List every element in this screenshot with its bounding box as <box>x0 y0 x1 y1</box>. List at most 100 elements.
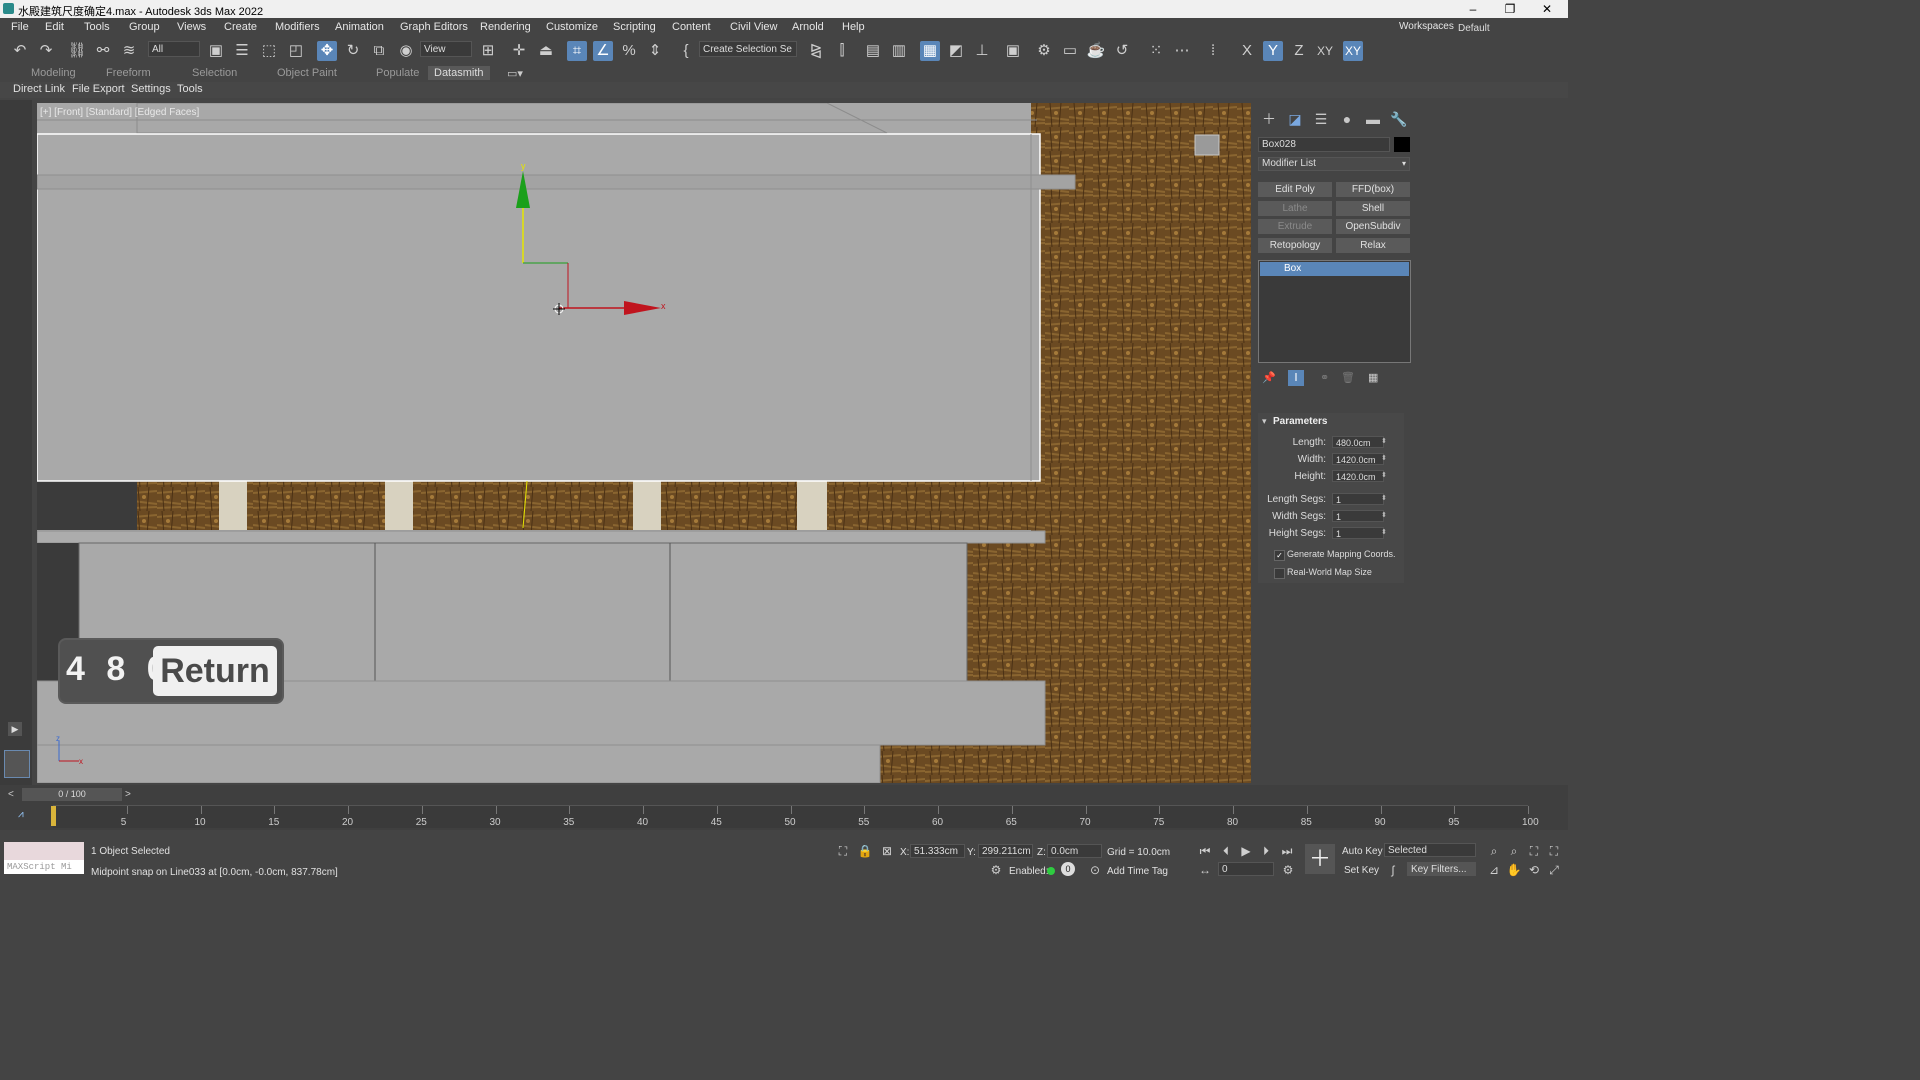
snap-settings-icon[interactable]: ⦙ <box>1203 41 1223 61</box>
modifier-list-select[interactable]: Modifier List ▾ <box>1258 157 1410 171</box>
key-filters-button[interactable]: Key Filters... <box>1407 862 1476 876</box>
previous-frame-icon[interactable]: ⏴ <box>1218 843 1234 859</box>
x-coordinate-field[interactable]: 51.333cm <box>910 844 965 858</box>
scene-explorer-icon[interactable]: ▤ <box>863 41 883 61</box>
tools-button[interactable]: Tools <box>177 83 203 95</box>
percent-snap-icon[interactable]: % <box>619 41 639 61</box>
select-object-icon[interactable]: ▣ <box>206 41 226 61</box>
viewport-layout-icon[interactable] <box>4 750 30 778</box>
orbit-icon[interactable]: ⟲ <box>1526 862 1542 878</box>
pan-view-icon[interactable]: ✋ <box>1506 862 1522 878</box>
zoom-extents-all-icon[interactable]: ⛶ <box>1546 843 1562 859</box>
selection-filter-select[interactable]: All <box>148 41 200 57</box>
menu-rendering[interactable]: Rendering <box>480 21 531 33</box>
ribbon-options-icon[interactable]: ▭▾ <box>507 67 523 80</box>
select-manipulate-icon[interactable]: ✛ <box>509 41 529 61</box>
spinner-icon[interactable]: ⬍ <box>1381 494 1387 502</box>
time-slider[interactable]: 0 / 100 <box>22 788 122 801</box>
go-to-start-icon[interactable]: ⏮ <box>1197 843 1213 859</box>
workspaces-select[interactable]: Default <box>1454 20 1564 36</box>
enabled-toggle[interactable]: 0 <box>1061 862 1075 876</box>
menu-civil-view[interactable]: Civil View <box>730 21 777 33</box>
viewport-label[interactable]: [+] [Front] [Standard] [Edged Faces] <box>40 107 199 118</box>
undo-icon[interactable]: ↶ <box>10 41 30 61</box>
add-time-tag-label[interactable]: Add Time Tag <box>1107 866 1168 877</box>
go-to-end-icon[interactable]: ⏭ <box>1279 843 1295 859</box>
z-coordinate-field[interactable]: 0.0cm <box>1047 844 1102 858</box>
selection-lock-icon[interactable]: 🔒 <box>857 843 873 859</box>
height-segs-field[interactable]: 1 <box>1332 527 1384 539</box>
isolate-selection-icon[interactable]: ⛶ <box>835 843 851 859</box>
array-icon[interactable]: ⋯ <box>1172 41 1192 61</box>
spinner-icon[interactable]: ⬍ <box>1381 454 1387 462</box>
tab-modeling[interactable]: Modeling <box>31 67 76 79</box>
grid-icon[interactable]: ⁙ <box>1146 41 1166 61</box>
motion-tab-icon[interactable]: ● <box>1338 110 1356 128</box>
y-coordinate-field[interactable]: 299.211cm <box>978 844 1033 858</box>
lathe-button[interactable]: Lathe <box>1258 201 1332 216</box>
menu-group[interactable]: Group <box>129 21 160 33</box>
time-tag-icon[interactable]: ⚙ <box>988 862 1004 878</box>
window-crossing-icon[interactable]: ◰ <box>286 41 306 61</box>
material-editor-icon[interactable]: ▣ <box>1003 41 1023 61</box>
menu-customize[interactable]: Customize <box>546 21 598 33</box>
pivot-center-icon[interactable]: ⊞ <box>478 41 498 61</box>
real-world-map-checkbox[interactable] <box>1274 568 1285 579</box>
configure-modifier-sets-icon[interactable]: ▦ <box>1368 371 1378 384</box>
settings-button[interactable]: Settings <box>131 83 171 95</box>
rollout-collapse-icon[interactable]: ▾ <box>1262 416 1267 427</box>
time-slider-next[interactable]: > <box>125 789 131 800</box>
width-segs-field[interactable]: 1 <box>1332 510 1384 522</box>
spinner-icon[interactable]: ⬍ <box>1381 471 1387 479</box>
create-tab-icon[interactable]: ＋ <box>1260 110 1278 128</box>
schematic-view-icon[interactable]: ⊥ <box>972 41 992 61</box>
menu-graph-editors[interactable]: Graph Editors <box>400 21 468 33</box>
axis-y-button[interactable]: Y <box>1263 41 1283 61</box>
width-field[interactable]: 1420.0cm <box>1332 453 1384 465</box>
pin-stack-icon[interactable]: 📌 <box>1262 371 1276 384</box>
redo-icon[interactable]: ↷ <box>36 41 56 61</box>
field-of-view-icon[interactable]: ⊿ <box>1486 862 1502 878</box>
spinner-icon[interactable]: ⬍ <box>1381 528 1387 536</box>
menu-content[interactable]: Content <box>672 21 711 33</box>
minimize-button[interactable]: – <box>1458 1 1488 17</box>
rendered-frame-icon[interactable]: ▭ <box>1060 41 1080 61</box>
snaps-toggle-icon[interactable]: ⌗ <box>567 41 587 61</box>
menu-views[interactable]: Views <box>177 21 206 33</box>
key-selection-select[interactable]: Selected <box>1384 843 1476 857</box>
angle-snap-icon[interactable]: ∠ <box>593 41 613 61</box>
hierarchy-tab-icon[interactable]: ☰ <box>1312 110 1330 128</box>
curve-editor-icon[interactable]: ◩ <box>946 41 966 61</box>
maximize-viewport-icon[interactable]: ⤢ <box>1546 862 1562 878</box>
auto-key-button[interactable]: Auto Key <box>1342 846 1383 857</box>
tab-selection[interactable]: Selection <box>192 67 237 79</box>
tab-object-paint[interactable]: Object Paint <box>277 67 337 79</box>
extrude-button[interactable]: Extrude <box>1258 219 1332 234</box>
align-icon[interactable]: ⫿ <box>832 41 852 61</box>
relax-button[interactable]: Relax <box>1336 238 1410 253</box>
retopology-button[interactable]: Retopology <box>1258 238 1332 253</box>
rect-selection-icon[interactable]: ⬚ <box>259 41 279 61</box>
menu-file[interactable]: File <box>11 21 29 33</box>
object-name-field[interactable]: Box028 <box>1258 137 1390 152</box>
object-color-swatch[interactable] <box>1394 137 1410 152</box>
add-time-tag-icon[interactable]: ⊙ <box>1087 862 1103 878</box>
menu-create[interactable]: Create <box>224 21 257 33</box>
reference-coord-select[interactable]: View <box>420 41 472 57</box>
make-unique-icon[interactable]: ⚭ <box>1320 371 1329 384</box>
length-segs-field[interactable]: 1 <box>1332 493 1384 505</box>
menu-tools[interactable]: Tools <box>84 21 110 33</box>
generate-mapping-checkbox[interactable]: ✓ <box>1274 550 1285 561</box>
utilities-tab-icon[interactable]: 🔧 <box>1390 110 1408 128</box>
rotate-icon[interactable]: ↻ <box>343 41 363 61</box>
stack-item-box[interactable]: Box <box>1260 262 1409 276</box>
absolute-mode-icon[interactable]: ⊠ <box>879 843 895 859</box>
display-tab-icon[interactable]: ▬ <box>1364 110 1382 128</box>
render-iterative-icon[interactable]: ↺ <box>1112 41 1132 61</box>
shell-button[interactable]: Shell <box>1336 201 1410 216</box>
key-mode-icon[interactable]: ↔ <box>1197 862 1213 878</box>
zoom-icon[interactable]: ⌕ <box>1486 843 1502 859</box>
menu-modifiers[interactable]: Modifiers <box>275 21 320 33</box>
maxscript-listener-mini[interactable] <box>4 842 84 860</box>
layer-explorer-icon[interactable]: ▥ <box>889 41 909 61</box>
